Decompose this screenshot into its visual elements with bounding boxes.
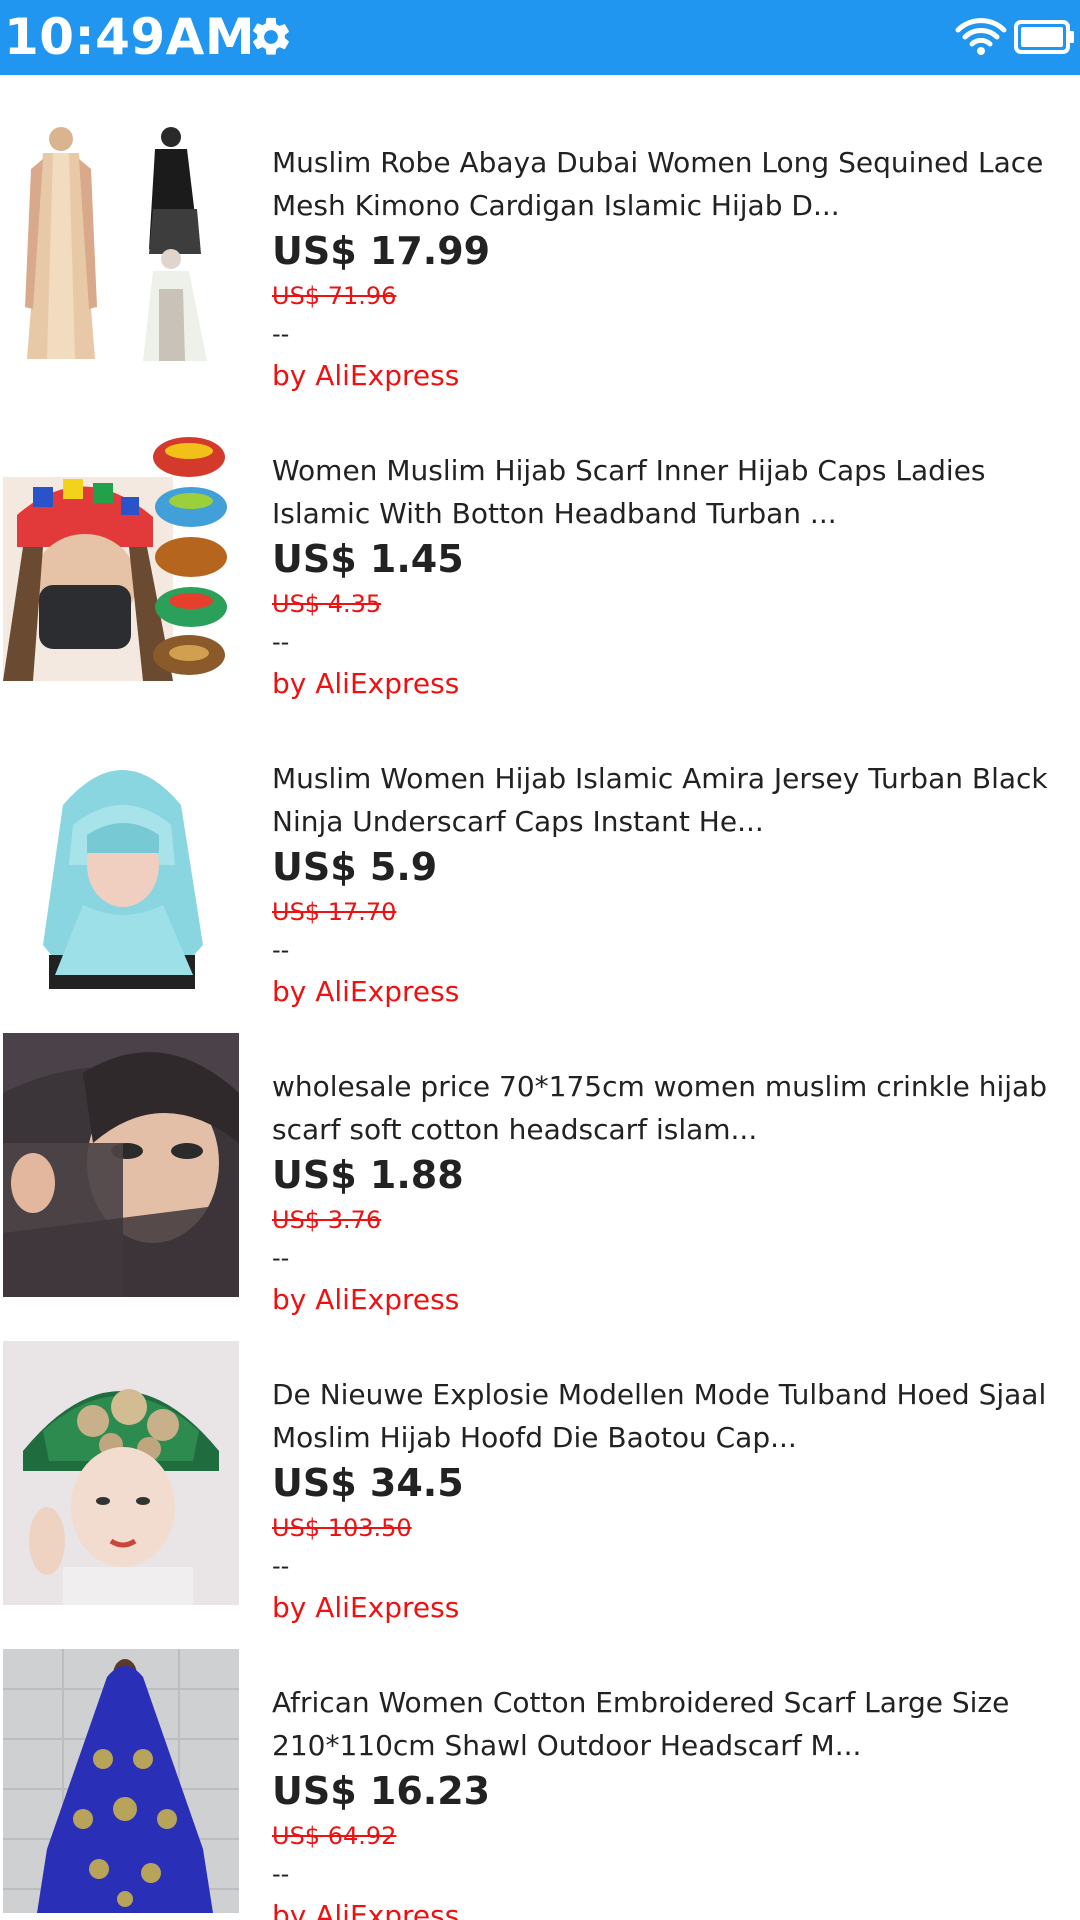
product-title-line: Ninja Underscarf Caps Instant He... [272, 805, 764, 838]
product-title[interactable]: Muslim Robe Abaya Dubai Women Long Sequi… [272, 141, 1072, 227]
wifi-icon [955, 18, 1007, 55]
product-image[interactable] [3, 1033, 239, 1297]
product-item[interactable]: Women Muslim Hijab Scarf Inner Hijab Cap… [0, 383, 1080, 700]
product-rating: -- [272, 1860, 290, 1888]
product-old-price: US$ 4.35 [272, 590, 382, 618]
battery-icon [1014, 20, 1074, 54]
product-image[interactable] [3, 725, 239, 989]
product-title[interactable]: De Nieuwe Explosie Modellen Mode Tulband… [272, 1373, 1072, 1459]
product-title-line: scarf soft cotton headscarf islam... [272, 1113, 758, 1146]
product-price: US$ 16.23 [272, 1769, 491, 1813]
product-old-price: US$ 71.96 [272, 282, 397, 310]
status-bar: 10:49AM [0, 0, 1080, 75]
product-title[interactable]: wholesale price 70*175cm women muslim cr… [272, 1065, 1072, 1151]
product-price: US$ 34.5 [272, 1461, 464, 1505]
product-item[interactable]: De Nieuwe Explosie Modellen Mode Tulband… [0, 1307, 1080, 1624]
product-item[interactable]: African Women Cotton Embroidered Scarf L… [0, 1615, 1080, 1920]
product-image[interactable] [3, 109, 239, 373]
product-title-line: Muslim Women Hijab Islamic Amira Jersey … [272, 762, 1048, 795]
product-old-price: US$ 17.70 [272, 898, 397, 926]
product-old-price: US$ 64.92 [272, 1822, 397, 1850]
product-title-line: Mesh Kimono Cardigan Islamic Hijab D... [272, 189, 840, 222]
product-seller[interactable]: by AliExpress [272, 1899, 459, 1920]
product-rating: -- [272, 628, 290, 656]
gear-icon [253, 17, 289, 55]
product-title[interactable]: Muslim Women Hijab Islamic Amira Jersey … [272, 757, 1072, 843]
product-item[interactable]: Muslim Women Hijab Islamic Amira Jersey … [0, 691, 1080, 1008]
product-old-price: US$ 3.76 [272, 1206, 382, 1234]
product-rating: -- [272, 1552, 290, 1580]
product-old-price: US$ 103.50 [272, 1514, 412, 1542]
product-title-line: De Nieuwe Explosie Modellen Mode Tulband… [272, 1378, 1047, 1411]
product-price: US$ 5.9 [272, 845, 438, 889]
product-rating: -- [272, 1244, 290, 1272]
product-price: US$ 1.45 [272, 537, 464, 581]
product-title-line: 210*110cm Shawl Outdoor Headscarf M... [272, 1729, 862, 1762]
product-rating: -- [272, 320, 290, 348]
product-image[interactable] [3, 417, 239, 681]
product-title-line: Muslim Robe Abaya Dubai Women Long Sequi… [272, 146, 1044, 179]
product-title[interactable]: Women Muslim Hijab Scarf Inner Hijab Cap… [272, 449, 1072, 535]
product-title-line: Women Muslim Hijab Scarf Inner Hijab Cap… [272, 454, 986, 487]
product-title-line: Moslim Hijab Hoofd Die Baotou Cap... [272, 1421, 797, 1454]
product-image[interactable] [3, 1341, 239, 1605]
product-price: US$ 17.99 [272, 229, 491, 273]
product-title-line: Islamic With Botton Headband Turban ... [272, 497, 837, 530]
product-title[interactable]: African Women Cotton Embroidered Scarf L… [272, 1681, 1072, 1767]
product-item[interactable]: Muslim Robe Abaya Dubai Women Long Sequi… [0, 75, 1080, 392]
product-image[interactable] [3, 1649, 239, 1913]
product-item[interactable]: wholesale price 70*175cm women muslim cr… [0, 999, 1080, 1316]
product-title-line: wholesale price 70*175cm women muslim cr… [272, 1070, 1047, 1103]
product-rating: -- [272, 936, 290, 964]
product-list[interactable]: Muslim Robe Abaya Dubai Women Long Sequi… [0, 75, 1080, 1920]
product-title-line: African Women Cotton Embroidered Scarf L… [272, 1686, 1010, 1719]
status-time: 10:49AM [4, 8, 256, 66]
product-price: US$ 1.88 [272, 1153, 464, 1197]
